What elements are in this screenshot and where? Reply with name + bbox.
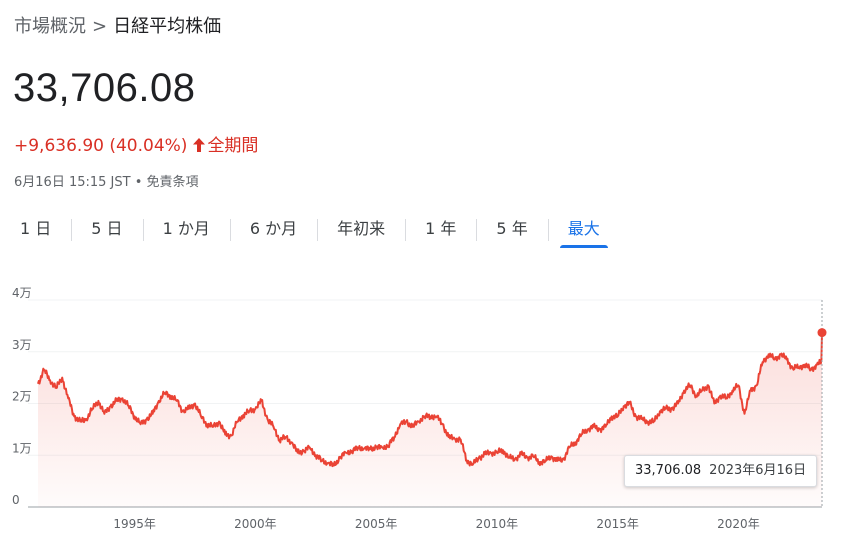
endpoint-marker <box>817 328 827 338</box>
breadcrumb-current: 日経平均株価 <box>113 16 222 37</box>
range-tabs: 1 日 5 日 1 か月 6 か月 年初来 1 年 5 年 最大 <box>0 212 620 248</box>
quote-meta: 6月16日 15:15 JST • 免責条項 <box>14 171 199 190</box>
tab-1m[interactable]: 1 か月 <box>142 212 230 248</box>
x-tick-label: 2010年 <box>476 517 519 531</box>
current-price: 33,706.08 <box>13 66 196 110</box>
tab-5d[interactable]: 5 日 <box>71 212 142 248</box>
tooltip-value: 33,706.08 <box>635 463 702 478</box>
tab-1y[interactable]: 1 年 <box>405 212 476 248</box>
y-tick-label: 1万 <box>12 441 32 455</box>
timestamp: 6月16日 15:15 JST <box>14 175 131 190</box>
change-amount: +9,636.90 (40.04%) <box>14 136 188 156</box>
chart-tooltip: 33,706.08 2023年6月16日 <box>624 455 818 487</box>
x-tick-label: 2015年 <box>596 517 639 531</box>
meta-bullet: • <box>134 175 143 190</box>
y-tick-label: 3万 <box>12 338 32 352</box>
price-chart[interactable]: 0 1万 2万 3万 4万 1995年 2000年 2005年 2010年 2015年 2020年 <box>0 280 841 543</box>
disclaimer-link[interactable]: 免責条項 <box>147 175 199 190</box>
tab-5y[interactable]: 5 年 <box>476 212 547 248</box>
x-tick-label: 2000年 <box>234 517 277 531</box>
tab-6m[interactable]: 6 か月 <box>229 212 317 248</box>
change-period: 全期間 <box>207 136 259 156</box>
y-tick-label: 4万 <box>12 286 32 300</box>
breadcrumb: 市場概況 > 日経平均株価 <box>14 12 221 38</box>
tab-1d[interactable]: 1 日 <box>0 212 71 248</box>
arrow-up-icon <box>193 136 206 156</box>
x-tick-label: 2005年 <box>355 517 398 531</box>
breadcrumb-parent-link[interactable]: 市場概況 <box>14 16 86 37</box>
y-tick-label: 2万 <box>12 390 32 404</box>
breadcrumb-separator: > <box>92 16 108 37</box>
y-tick-label: 0 <box>12 493 20 507</box>
x-tick-label: 1995年 <box>113 517 156 531</box>
tooltip-date: 2023年6月16日 <box>709 463 807 478</box>
price-change: +9,636.90 (40.04%) 全期間 <box>14 131 258 156</box>
tab-max[interactable]: 最大 <box>547 212 620 248</box>
tab-ytd[interactable]: 年初来 <box>317 212 405 248</box>
x-tick-label: 2020年 <box>717 517 760 531</box>
